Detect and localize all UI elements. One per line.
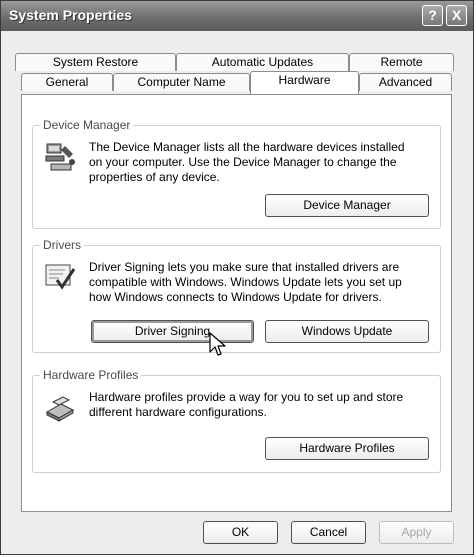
close-icon: X: [451, 7, 462, 23]
hardware-profiles-line-2: different hardware configurations.: [89, 405, 267, 419]
drivers-line-2: compatible with Windows. Windows Update …: [89, 275, 402, 289]
device-manager-button-label: Device Manager: [303, 198, 391, 212]
driver-signing-icon: [45, 264, 76, 290]
device-manager-group: Device Manager The Device Manager lists …: [32, 118, 441, 229]
help-button[interactable]: ?: [422, 5, 443, 26]
device-manager-legend: Device Manager: [40, 118, 134, 132]
device-manager-line-1: The Device Manager lists all the hardwar…: [89, 140, 405, 154]
drivers-line-3: how Windows connects to Windows Update f…: [89, 290, 382, 304]
mouse-cursor-icon: [209, 332, 226, 356]
hardware-profiles-description: Hardware profiles provide a way for you …: [89, 390, 429, 420]
device-manager-line-3: properties of any device.: [89, 170, 220, 184]
device-manager-description: The Device Manager lists all the hardwar…: [89, 140, 429, 185]
ok-button[interactable]: OK: [203, 521, 278, 544]
title-bar[interactable]: System Properties ? X: [1, 1, 473, 31]
hardware-profiles-line-1: Hardware profiles provide a way for you …: [89, 390, 404, 404]
drivers-group: Drivers Driver Signing lets you make sur…: [32, 238, 441, 353]
cancel-button-label: Cancel: [309, 525, 348, 539]
hardware-profiles-legend: Hardware Profiles: [40, 368, 142, 382]
drivers-line-1: Driver Signing lets you make sure that i…: [89, 260, 400, 274]
driver-signing-button-label: Driver Signing: [134, 324, 211, 338]
device-manager-icon: [45, 143, 75, 171]
window-title: System Properties: [9, 7, 132, 23]
driver-signing-button[interactable]: Driver Signing: [91, 320, 254, 343]
windows-update-button-label: Windows Update: [301, 324, 393, 338]
drivers-legend: Drivers: [40, 238, 84, 252]
tab-computer-name[interactable]: Computer Name: [113, 73, 250, 91]
hardware-profiles-button-label: Hardware Profiles: [299, 441, 395, 455]
tab-hardware[interactable]: Hardware: [250, 71, 359, 94]
tab-automatic-updates[interactable]: Automatic Updates: [176, 53, 349, 71]
hardware-profiles-group: Hardware Profiles Hardware profiles prov…: [32, 368, 441, 473]
device-manager-line-2: on your computer. Use the Device Manager…: [89, 155, 397, 169]
tab-system-restore[interactable]: System Restore: [15, 53, 176, 71]
drivers-description: Driver Signing lets you make sure that i…: [89, 260, 429, 305]
apply-button-label: Apply: [401, 525, 432, 539]
system-properties-window: System Properties ? X System Restore Aut…: [0, 0, 474, 555]
windows-update-button[interactable]: Windows Update: [265, 320, 429, 343]
close-button[interactable]: X: [446, 5, 467, 26]
ok-button-label: OK: [231, 525, 250, 539]
hardware-profiles-button[interactable]: Hardware Profiles: [265, 437, 429, 460]
device-manager-button[interactable]: Device Manager: [265, 194, 429, 217]
hardware-tab-page: Device Manager The Device Manager lists …: [21, 94, 452, 512]
hardware-profiles-icon: [45, 396, 75, 422]
tab-general[interactable]: General: [21, 73, 113, 91]
tab-advanced[interactable]: Advanced: [359, 73, 452, 91]
tab-remote[interactable]: Remote: [349, 53, 454, 71]
cancel-button[interactable]: Cancel: [291, 521, 366, 544]
apply-button: Apply: [379, 521, 454, 544]
help-icon: ?: [428, 7, 437, 23]
